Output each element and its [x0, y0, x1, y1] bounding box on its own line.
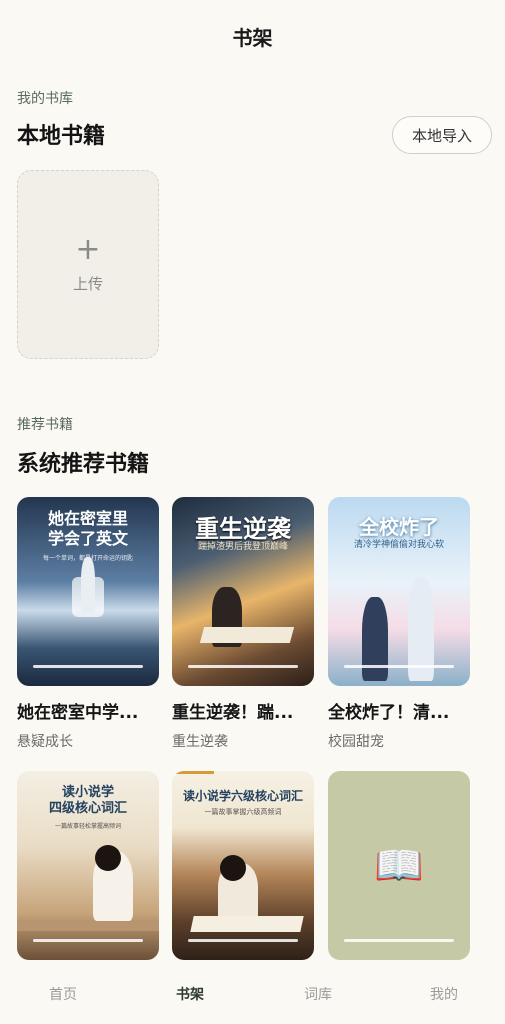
book-tag: 重生逆袭: [172, 734, 228, 750]
book-tag: 悬疑成长: [17, 734, 73, 750]
book-name: 重生逆袭！踹...: [172, 703, 294, 723]
recommend-subtitle: 推荐书籍: [17, 417, 73, 433]
book-card[interactable]: 她在密室里 学会了英文 每一个单词，都是打开命运的钥匙 她在密室中学... 悬疑…: [17, 497, 159, 751]
tab-mine[interactable]: 我的: [404, 984, 484, 1004]
progress-bar: [33, 939, 143, 942]
book-card[interactable]: 重生逆袭 踹掉渣男后我登顶巅峰 重生逆袭！踹... 重生逆袭: [172, 497, 314, 751]
cover-figure: [81, 557, 95, 613]
book-card[interactable]: 📖: [328, 771, 470, 980]
cover-title: 四级核心词汇: [48, 801, 127, 816]
book-cover[interactable]: 📖: [328, 771, 470, 960]
library-title: 本地书籍: [17, 124, 106, 149]
top-bar: 书架: [0, 0, 505, 76]
book-cover[interactable]: 读小说学六级核心词汇 一篇故事掌握六级高频词: [172, 771, 314, 960]
book-cover[interactable]: 重生逆袭 踹掉渣男后我登顶巅峰: [172, 497, 314, 686]
book-cover[interactable]: 她在密室里 学会了英文 每一个单词，都是打开命运的钥匙: [17, 497, 159, 686]
recommend-title: 系统推荐书籍: [17, 452, 150, 477]
book-card[interactable]: 读小说学 四级核心词汇 一篇故事轻松掌握高频词: [17, 771, 159, 980]
cover-subtitle: 一篇故事掌握六级高频词: [204, 808, 282, 816]
cover-figure: [362, 597, 388, 681]
cover-hair: [95, 845, 121, 871]
upload-label: 上传: [72, 275, 103, 293]
book-card[interactable]: 读小说学六级核心词汇 一篇故事掌握六级高频词: [172, 771, 314, 980]
plus-icon: +: [75, 232, 101, 267]
cover-subtitle: 一篇故事轻松掌握高频词: [54, 823, 121, 830]
cover-accent-line: [172, 771, 214, 774]
cover-title: 她在密室里: [47, 509, 128, 528]
book-card[interactable]: 全校炸了 清冷学神偷偷对我心软 全校炸了！清... 校园甜宠: [328, 497, 470, 751]
cover-subtitle: 踹掉渣男后我登顶巅峰: [197, 542, 288, 552]
cover-desk: [17, 921, 159, 931]
cover-title: 读小说学六级核心词汇: [182, 789, 303, 803]
tab-home[interactable]: 首页: [23, 984, 103, 1004]
progress-bar: [344, 665, 454, 668]
cover-book: [199, 627, 295, 643]
book-cover[interactable]: 读小说学 四级核心词汇 一篇故事轻松掌握高频词: [17, 771, 159, 960]
cover-hair: [220, 855, 246, 881]
local-import-button[interactable]: 本地导入: [392, 116, 492, 154]
bottom-tab-bar: 首页 书架 词库 我的: [0, 968, 505, 1024]
book-name: 全校炸了！清...: [328, 703, 450, 723]
progress-bar: [188, 939, 298, 942]
open-book-icon: 📖: [374, 842, 424, 889]
book-tag: 校园甜宠: [328, 734, 384, 750]
page-title: 书架: [232, 26, 273, 50]
progress-bar: [33, 665, 143, 668]
cover-title: 学会了英文: [47, 529, 128, 548]
library-subtitle: 我的书库: [17, 91, 73, 107]
progress-bar: [344, 939, 454, 942]
upload-card[interactable]: + 上传: [17, 170, 159, 359]
progress-bar: [188, 665, 298, 668]
cover-subtitle: 清冷学神偷偷对我心软: [353, 540, 444, 550]
cover-title: 读小说学: [61, 785, 114, 800]
tab-wordbank[interactable]: 词库: [278, 984, 358, 1004]
book-cover[interactable]: 全校炸了 清冷学神偷偷对我心软: [328, 497, 470, 686]
book-name: 她在密室中学...: [17, 703, 139, 723]
cover-title: 全校炸了: [359, 515, 439, 539]
cover-book: [190, 916, 304, 932]
tab-bookshelf[interactable]: 书架: [150, 984, 230, 1004]
